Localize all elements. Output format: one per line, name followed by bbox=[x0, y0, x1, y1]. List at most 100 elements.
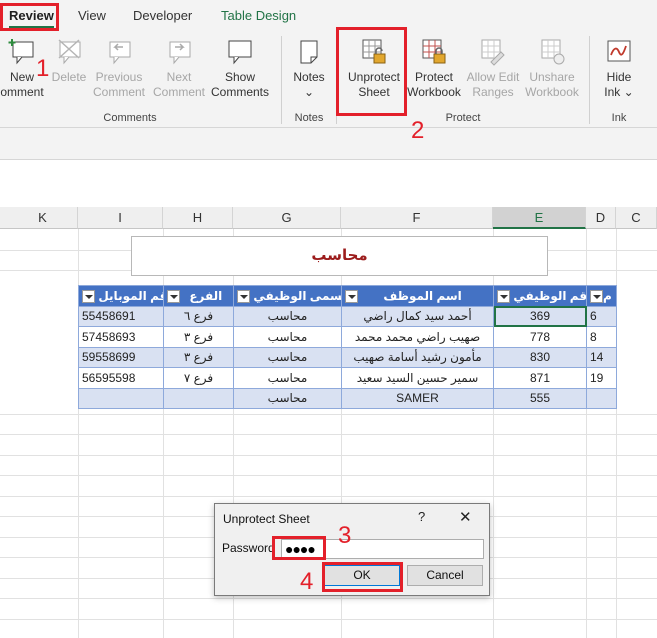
table-row: محاسب SAMER 555 bbox=[78, 387, 617, 409]
tab-table-design[interactable]: Table Design bbox=[221, 8, 296, 23]
group-separator bbox=[281, 36, 282, 124]
cell-mobile[interactable]: 56595598 bbox=[78, 367, 164, 389]
column-header-g[interactable]: G bbox=[233, 207, 341, 229]
annotation-step-4: 4 bbox=[300, 568, 314, 595]
new-comment-icon bbox=[8, 39, 34, 65]
help-icon[interactable]: ? bbox=[418, 509, 425, 524]
cell-serial[interactable]: 6 bbox=[586, 305, 617, 327]
allow-edit-ranges-button[interactable]: Allow Edit Ranges bbox=[463, 38, 523, 100]
employee-table: رقم الموبايل الفرع المسمى الوظيفي اسم ال… bbox=[78, 285, 617, 409]
cell-job-title[interactable]: محاسب bbox=[233, 326, 342, 348]
cell-branch[interactable]: فرع ٣ bbox=[163, 326, 234, 348]
annotation-step-2: 2 bbox=[411, 117, 425, 144]
cell-job-title[interactable]: محاسب bbox=[233, 387, 342, 409]
column-header-k[interactable]: K bbox=[0, 207, 78, 229]
cell-mobile[interactable]: 57458693 bbox=[78, 326, 164, 348]
ribbon: New omment Delete Previous Comment Next … bbox=[0, 30, 657, 128]
close-icon[interactable]: ✕ bbox=[459, 508, 472, 526]
column-header-c[interactable]: C bbox=[616, 207, 657, 229]
previous-comment-button[interactable]: Previous Comment bbox=[89, 38, 149, 100]
cell-employee-id[interactable]: 830 bbox=[493, 346, 587, 368]
group-label-notes: Notes bbox=[294, 112, 324, 124]
gridline bbox=[0, 434, 657, 435]
unshare-workbook-icon bbox=[541, 39, 565, 65]
annotation-step-1: 1 bbox=[36, 55, 50, 82]
cell-employee-id[interactable]: 871 bbox=[493, 367, 587, 389]
cell-job-title[interactable]: محاسب bbox=[233, 346, 342, 368]
cell-serial[interactable] bbox=[586, 387, 617, 409]
table-row: 55458691 فرع ٦ محاسب أحمد سيد كمال راضي … bbox=[78, 305, 617, 327]
header-job-title[interactable]: المسمى الوظيفي bbox=[233, 285, 342, 307]
column-header-d[interactable]: D bbox=[586, 207, 616, 229]
annotation-box-review bbox=[0, 3, 59, 31]
cell-mobile[interactable] bbox=[78, 387, 164, 409]
column-header-e[interactable]: E bbox=[493, 207, 586, 229]
protect-workbook-icon bbox=[422, 39, 446, 64]
header-mobile[interactable]: رقم الموبايل bbox=[78, 285, 164, 307]
delete-comment-icon bbox=[58, 39, 81, 65]
header-employee-id[interactable]: الرقم الوظيفي bbox=[493, 285, 587, 307]
table-header-row: رقم الموبايل الفرع المسمى الوظيفي اسم ال… bbox=[78, 285, 617, 307]
header-serial[interactable]: م bbox=[586, 285, 617, 307]
cell-employee-id[interactable]: 555 bbox=[493, 387, 587, 409]
password-label: Password bbox=[222, 541, 275, 555]
gridline bbox=[0, 496, 657, 497]
group-label-comments: Comments bbox=[103, 112, 157, 124]
annotation-step-3: 3 bbox=[338, 522, 352, 549]
table-row: 56595598 فرع ٧ محاسب سمير حسين السيد سعي… bbox=[78, 367, 617, 389]
cell-branch[interactable] bbox=[163, 387, 234, 409]
note-icon bbox=[300, 40, 318, 64]
cell-mobile[interactable]: 59558699 bbox=[78, 346, 164, 368]
filter-dropdown-icon[interactable] bbox=[497, 289, 510, 303]
tab-view[interactable]: View bbox=[78, 8, 106, 23]
filter-dropdown-icon[interactable] bbox=[590, 289, 603, 303]
cell-employee-name[interactable]: سمير حسين السيد سعيد bbox=[341, 367, 494, 389]
next-comment-button[interactable]: Next Comment bbox=[150, 38, 208, 100]
filter-dropdown-icon[interactable] bbox=[167, 289, 180, 303]
allow-edit-ranges-icon bbox=[481, 39, 505, 66]
cell-job-title[interactable]: محاسب bbox=[233, 305, 342, 327]
hide-ink-button[interactable]: Hide Ink ⌄ bbox=[596, 38, 642, 100]
cell-branch[interactable]: فرع ٧ bbox=[163, 367, 234, 389]
cell-mobile[interactable]: 55458691 bbox=[78, 305, 164, 327]
protect-workbook-button[interactable]: Protect Workbook bbox=[405, 38, 463, 100]
group-label-ink: Ink bbox=[611, 112, 627, 124]
gridline bbox=[0, 475, 657, 476]
cell-serial[interactable]: 8 bbox=[586, 326, 617, 348]
sheet-title-cell[interactable]: محاسب bbox=[131, 236, 548, 276]
cell-employee-id[interactable]: 369 bbox=[493, 305, 587, 327]
delete-comment-button[interactable]: Delete bbox=[48, 38, 90, 85]
previous-comment-icon bbox=[109, 41, 131, 65]
filter-dropdown-icon[interactable] bbox=[345, 289, 358, 303]
cancel-button[interactable]: Cancel bbox=[407, 565, 483, 586]
dialog-title: Unprotect Sheet bbox=[223, 512, 310, 526]
cell-employee-name[interactable]: SAMER bbox=[341, 387, 494, 409]
cell-employee-name[interactable]: أحمد سيد كمال راضي bbox=[341, 305, 494, 327]
ribbon-tab-bar: Review View Developer Table Design bbox=[0, 0, 657, 30]
gridline bbox=[0, 455, 657, 456]
cell-job-title[interactable]: محاسب bbox=[233, 367, 342, 389]
annotation-box-unprotect bbox=[336, 27, 407, 116]
annotation-box-password bbox=[272, 536, 326, 560]
annotation-box-ok bbox=[322, 562, 403, 592]
cell-branch[interactable]: فرع ٦ bbox=[163, 305, 234, 327]
filter-dropdown-icon[interactable] bbox=[237, 289, 250, 303]
show-comments-button[interactable]: Show Comments bbox=[208, 38, 272, 100]
next-comment-icon bbox=[169, 41, 191, 65]
sheet-top-spacer bbox=[0, 161, 657, 207]
cell-employee-id[interactable]: 778 bbox=[493, 326, 587, 348]
cell-branch[interactable]: فرع ٣ bbox=[163, 346, 234, 368]
cell-employee-name[interactable]: صهيب راضي محمد محمد bbox=[341, 326, 494, 348]
cell-employee-name[interactable]: مأمون رشيد أسامة صهيب bbox=[341, 346, 494, 368]
column-header-h[interactable]: H bbox=[163, 207, 233, 229]
cell-serial[interactable]: 19 bbox=[586, 367, 617, 389]
filter-dropdown-icon[interactable] bbox=[82, 289, 95, 303]
notes-button[interactable]: Notes ⌄ bbox=[287, 38, 331, 100]
header-employee-name[interactable]: اسم الموظف bbox=[341, 285, 494, 307]
column-header-i[interactable]: I bbox=[78, 207, 163, 229]
header-branch[interactable]: الفرع bbox=[163, 285, 234, 307]
unshare-workbook-button[interactable]: Unshare Workbook bbox=[523, 38, 581, 100]
column-header-f[interactable]: F bbox=[341, 207, 493, 229]
tab-developer[interactable]: Developer bbox=[133, 8, 192, 23]
cell-serial[interactable]: 14 bbox=[586, 346, 617, 368]
